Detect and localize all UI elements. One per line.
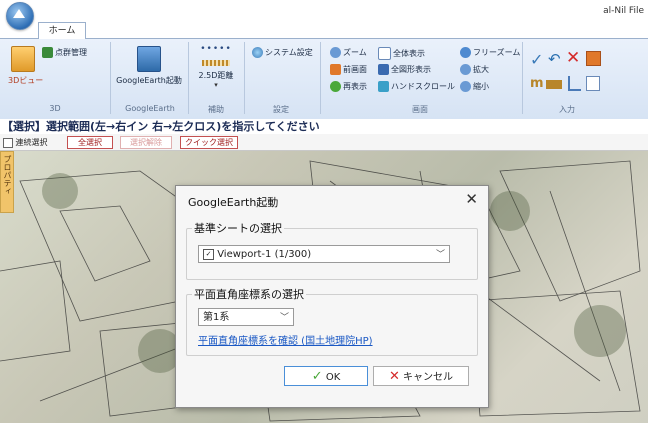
group-label-aux: 補助	[208, 105, 224, 114]
continuous-select-checkbox[interactable]: 連続選択	[3, 137, 48, 148]
refresh-icon	[330, 81, 341, 92]
zoom-out-icon	[460, 81, 471, 92]
chevron-down-icon: ﹀	[435, 250, 445, 260]
coordinate-system-value: 第1系	[203, 312, 230, 323]
group-label-3d: 3D	[49, 104, 61, 113]
coordinate-legend: 平面直角座標系の選択	[192, 286, 306, 302]
system-settings-button[interactable]: システム設定	[252, 47, 313, 58]
hand-scroll-button[interactable]: ハンドスクロール	[378, 81, 455, 92]
select-all-button[interactable]: 全選択	[67, 136, 113, 149]
free-zoom-icon	[460, 47, 471, 58]
redraw-button[interactable]: 再表示	[330, 81, 367, 92]
measure-bar-icon[interactable]	[546, 80, 562, 89]
property-sidebar-tab[interactable]: プロパティ	[0, 151, 14, 213]
ruler-icon	[202, 60, 230, 66]
googleearth-launch-button[interactable]: GoogleEarth起動	[114, 44, 184, 100]
pointcloud-label: 点群管理	[55, 48, 87, 57]
check-input-icon[interactable]: ✓	[530, 50, 543, 69]
all-figures-icon	[378, 64, 389, 75]
show-all-button[interactable]: 全体表示	[378, 47, 425, 60]
base-sheet-value: Viewport-1 (1/300)	[217, 249, 312, 260]
check-icon: ✓	[311, 369, 323, 384]
gsi-coordinate-link[interactable]: 平面直角座標系を確認 (国土地理院HP)	[198, 332, 373, 347]
prev-screen-label: 前画面	[343, 65, 367, 74]
system-settings-label: システム設定	[265, 48, 313, 57]
pointcloud-icon	[42, 47, 53, 58]
close-icon[interactable]: ✕	[465, 190, 478, 208]
undo-icon[interactable]: ↶	[548, 50, 561, 68]
free-zoom-button[interactable]: フリーズーム	[460, 47, 520, 58]
note-icon[interactable]	[586, 76, 600, 91]
zoom-out-label: 縮小	[473, 82, 489, 91]
chevron-down-icon: ﹀	[279, 313, 289, 323]
3dview-icon	[11, 46, 35, 72]
measure-m-icon[interactable]: m	[530, 76, 544, 91]
zoom-label: ズーム	[343, 48, 367, 57]
dialog-title: GoogleEarth起動	[188, 196, 279, 209]
app-title: al-Nil File	[603, 6, 644, 16]
2-5d-distance-button[interactable]: ••••• 2.5D距離 ▾	[194, 44, 238, 102]
separator	[110, 42, 111, 114]
app-orb-icon	[13, 9, 25, 18]
3dview-label: 3Dビュー	[8, 76, 44, 85]
show-all-figures-button[interactable]: 全図形表示	[378, 64, 431, 75]
instruction-text: 【選択】選択範囲(左→右イン 右→左クロス)を指示してください	[0, 119, 648, 134]
redraw-label: 再表示	[343, 82, 367, 91]
coordinate-system-select[interactable]: 第1系 ﹀	[198, 308, 294, 326]
googleearth-launch-label: GoogleEarth起動	[116, 76, 182, 85]
show-all-figures-label: 全図形表示	[391, 65, 431, 74]
group-label-view: 画面	[412, 105, 428, 114]
angle-icon[interactable]	[568, 76, 581, 91]
hand-icon	[378, 81, 389, 92]
quick-select-button[interactable]: クイック選択	[180, 136, 238, 149]
cancel-button[interactable]: ✕ キャンセル	[373, 366, 469, 386]
tab-home[interactable]: ホーム	[38, 22, 86, 39]
property-sidebar-label: プロパティ	[3, 155, 12, 195]
base-sheet-select[interactable]: ✓ Viewport-1 (1/300) ﹀	[198, 245, 450, 263]
show-all-icon	[378, 47, 391, 60]
zoom-in-button[interactable]: 拡大	[460, 64, 489, 75]
title-bar	[0, 0, 648, 22]
zoom-button[interactable]: ズーム	[330, 47, 367, 58]
group-label-input: 入力	[559, 105, 575, 114]
gear-icon	[252, 47, 263, 58]
group-label-googleearth: GoogleEarth	[125, 104, 175, 113]
pointcloud-button[interactable]: 点群管理	[42, 47, 87, 58]
free-zoom-label: フリーズーム	[473, 48, 521, 57]
2-5d-distance-label: 2.5D距離	[198, 71, 234, 80]
googleearth-icon	[137, 46, 161, 72]
cancel-label: キャンセル	[403, 372, 454, 383]
group-label-settings: 設定	[273, 105, 289, 114]
prev-screen-icon	[330, 64, 341, 75]
chevron-down-icon: ▾	[214, 81, 218, 89]
ok-label: OK	[325, 372, 341, 383]
dots-icon: •••••	[200, 44, 232, 54]
show-all-label: 全体表示	[393, 49, 425, 58]
prev-screen-button[interactable]: 前画面	[330, 64, 367, 75]
3dview-button[interactable]: 3Dビュー	[8, 44, 44, 100]
deselect-button[interactable]: 選択解除	[120, 136, 172, 149]
hand-scroll-label: ハンドスクロール	[391, 82, 455, 91]
continuous-select-label: 連続選択	[15, 138, 48, 147]
zoom-in-label: 拡大	[473, 65, 489, 74]
stop-icon[interactable]	[586, 51, 601, 66]
base-sheet-legend: 基準シートの選択	[192, 220, 284, 236]
googleearth-launch-dialog: GoogleEarth起動 ✕ 基準シートの選択 ✓ Viewport-1 (1…	[175, 185, 489, 408]
zoom-in-icon	[460, 64, 471, 75]
delete-icon[interactable]: ✕	[566, 48, 580, 68]
zoom-out-button[interactable]: 縮小	[460, 81, 489, 92]
cancel-x-icon: ✕	[388, 369, 400, 384]
ok-button[interactable]: ✓ OK	[284, 366, 368, 386]
checkbox-icon	[3, 137, 13, 148]
magnifier-icon	[330, 47, 341, 58]
sheet-icon: ✓	[203, 248, 214, 260]
